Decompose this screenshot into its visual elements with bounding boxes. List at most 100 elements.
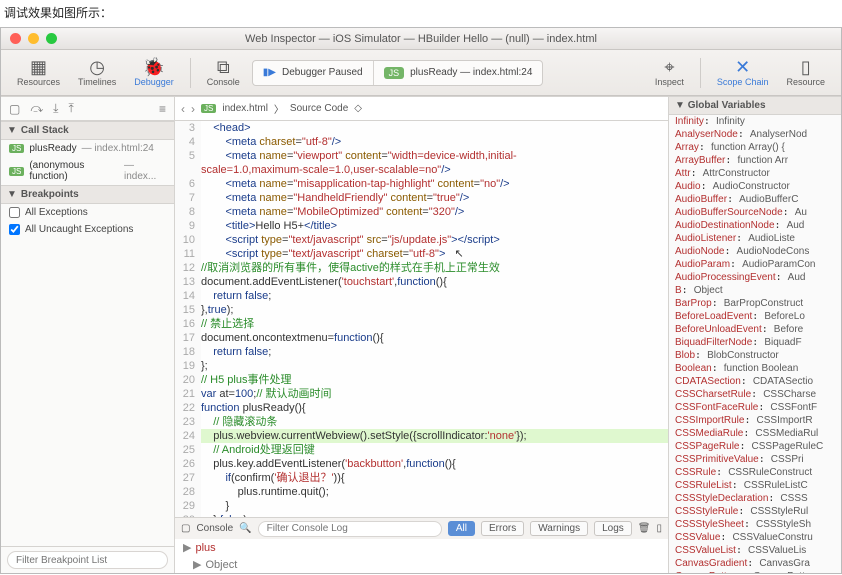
global-row[interactable]: CDATASection: CDATASectio	[669, 375, 841, 388]
global-row[interactable]: AudioBuffer: AudioBufferC	[669, 193, 841, 206]
breakpoints-header[interactable]: ▼Breakpoints	[1, 185, 174, 204]
global-row[interactable]: Array: function Array() {	[669, 141, 841, 154]
layout-icon[interactable]: ▯	[656, 523, 662, 534]
file-badge: JS	[384, 67, 405, 79]
global-row[interactable]: CSSPageRule: CSSPageRuleC	[669, 440, 841, 453]
global-row[interactable]: AudioNode: AudioNodeCons	[669, 245, 841, 258]
stack-frame[interactable]: JS(anonymous function) — index...	[1, 157, 174, 185]
resume-icon: ▢	[9, 102, 20, 116]
inspector-window: Web Inspector — iOS Simulator — HBuilder…	[0, 27, 842, 574]
sidebar-right: ▼ Global Variables Infinity: InfinityAna…	[669, 97, 841, 573]
global-row[interactable]: Boolean: function Boolean	[669, 362, 841, 375]
global-row[interactable]: CanvasPattern: CanvasPatt	[669, 570, 841, 573]
global-row[interactable]: BarProp: BarPropConstruct	[669, 297, 841, 310]
global-row[interactable]: Attr: AttrConstructor	[669, 167, 841, 180]
checkbox[interactable]	[9, 207, 20, 218]
breadcrumb: ‹ › JS index.html 〉 Source Code ◇	[175, 97, 668, 121]
global-row[interactable]: ArrayBuffer: function Arr	[669, 154, 841, 167]
global-row[interactable]: AudioListener: AudioListe	[669, 232, 841, 245]
disclosure-icon: ▼	[7, 125, 17, 136]
global-row[interactable]: CSSImportRule: CSSImportR	[669, 414, 841, 427]
resource-button[interactable]: ▯Resource	[780, 58, 831, 87]
global-row[interactable]: CSSCharsetRule: CSSCharse	[669, 388, 841, 401]
console-row[interactable]: ▶Object	[175, 556, 668, 573]
file-name[interactable]: index.html	[222, 103, 268, 114]
breakpoint-uncaught[interactable]: All Uncaught Exceptions	[1, 221, 174, 238]
console-row[interactable]: ▶plus	[175, 539, 668, 556]
global-row[interactable]: CSSValue: CSSValueConstru	[669, 531, 841, 544]
global-row[interactable]: AudioDestinationNode: Aud	[669, 219, 841, 232]
global-row[interactable]: Audio: AudioConstructor	[669, 180, 841, 193]
nav-back[interactable]: ‹	[181, 102, 185, 116]
window-title: Web Inspector — iOS Simulator — HBuilder…	[1, 33, 841, 45]
timelines-tab[interactable]: ◷Timelines	[72, 58, 122, 87]
filter-errors[interactable]: Errors	[481, 521, 524, 536]
global-row[interactable]: AnalyserNode: AnalyserNod	[669, 128, 841, 141]
console-toolbar: ▢ Console 🔍 All Errors Warnings Logs 🗑 ▯	[175, 517, 668, 539]
debugger-tab[interactable]: 🐞Debugger	[128, 58, 180, 87]
clock-icon: ◷	[89, 58, 105, 76]
global-row[interactable]: CSSFontFaceRule: CSSFontF	[669, 401, 841, 414]
step-in-icon: ⤓	[53, 101, 58, 116]
filter-breakpoints-input[interactable]	[7, 551, 168, 569]
filter-logs[interactable]: Logs	[594, 521, 632, 536]
console-filter-input[interactable]	[258, 521, 442, 537]
console-label: Console	[196, 523, 233, 534]
chain-icon: ✕	[735, 58, 750, 76]
bug-icon: 🐞	[143, 58, 165, 76]
doc-icon: ▯	[801, 58, 811, 76]
checkbox[interactable]	[9, 224, 20, 235]
global-row[interactable]: CSSRule: CSSRuleConstruct	[669, 466, 841, 479]
disclosure-icon: ▼	[675, 100, 688, 111]
global-row[interactable]: CSSStyleDeclaration: CSSS	[669, 492, 841, 505]
folder-icon: ▦	[30, 58, 47, 76]
trash-icon[interactable]: 🗑	[638, 523, 651, 534]
editor-area: ‹ › JS index.html 〉 Source Code ◇ 3 <hea…	[175, 97, 669, 573]
file-badge: JS	[201, 104, 216, 113]
section-select[interactable]: Source Code	[290, 103, 348, 114]
global-row[interactable]: Blob: BlobConstructor	[669, 349, 841, 362]
step-out-icon: ⤒	[68, 101, 73, 116]
search-icon: 🔍	[239, 523, 251, 534]
global-row[interactable]: CSSMediaRule: CSSMediaRul	[669, 427, 841, 440]
titlebar: Web Inspector — iOS Simulator — HBuilder…	[1, 28, 841, 50]
globals-header[interactable]: ▼ Global Variables	[669, 97, 841, 115]
pause-icon: ▮▶	[263, 67, 276, 78]
target-icon: ⌖	[664, 58, 674, 76]
console-icon: ▢	[181, 523, 190, 534]
callstack-header[interactable]: ▼Call Stack	[1, 121, 174, 140]
debug-controls[interactable]: ▢⤼⤓⤒≡	[1, 97, 174, 121]
global-row[interactable]: CanvasGradient: CanvasGra	[669, 557, 841, 570]
global-row[interactable]: CSSStyleSheet: CSSStyleSh	[669, 518, 841, 531]
global-row[interactable]: BeforeUnloadEvent: Before	[669, 323, 841, 336]
resources-tab[interactable]: ▦Resources	[11, 58, 66, 87]
step-over-icon: ⤼	[30, 101, 43, 116]
console-icon: ⧉	[217, 58, 230, 76]
global-row[interactable]: AudioBufferSourceNode: Au	[669, 206, 841, 219]
debugger-status: ▮▶Debugger Paused JSplusReady — index.ht…	[252, 60, 544, 86]
console-tab[interactable]: ⧉Console	[201, 58, 246, 87]
filter-warnings[interactable]: Warnings	[530, 521, 588, 536]
global-row[interactable]: BiquadFilterNode: BiquadF	[669, 336, 841, 349]
scope-chain-button[interactable]: ✕Scope Chain	[711, 58, 775, 87]
global-row[interactable]: BeforeLoadEvent: BeforeLo	[669, 310, 841, 323]
global-row[interactable]: Infinity: Infinity	[669, 115, 841, 128]
global-row[interactable]: AudioParam: AudioParamCon	[669, 258, 841, 271]
nav-fwd[interactable]: ›	[191, 102, 195, 116]
stack-frame[interactable]: JSplusReady — index.html:24	[1, 140, 174, 157]
toolbar: ▦Resources ◷Timelines 🐞Debugger ⧉Console…	[1, 50, 841, 96]
breakpoint-all-exceptions[interactable]: All Exceptions	[1, 204, 174, 221]
code-editor[interactable]: 3 <head>4 <meta charset="utf-8"/>5 <meta…	[175, 121, 668, 517]
global-row[interactable]: AudioProcessingEvent: Aud	[669, 271, 841, 284]
section-arrows[interactable]: ◇	[354, 103, 362, 114]
inspect-button[interactable]: ⌖Inspect	[649, 58, 690, 87]
global-row[interactable]: CSSPrimitiveValue: CSSPri	[669, 453, 841, 466]
global-row[interactable]: B: Object	[669, 284, 841, 297]
sidebar-left: ▢⤼⤓⤒≡ ▼Call Stack JSplusReady — index.ht…	[1, 97, 175, 573]
filter-all[interactable]: All	[448, 521, 475, 536]
global-row[interactable]: CSSStyleRule: CSSStyleRul	[669, 505, 841, 518]
disclosure-icon: ▼	[7, 189, 17, 200]
global-row[interactable]: CSSValueList: CSSValueLis	[669, 544, 841, 557]
intro-text: 调试效果如图所示：	[0, 0, 842, 27]
global-row[interactable]: CSSRuleList: CSSRuleListC	[669, 479, 841, 492]
